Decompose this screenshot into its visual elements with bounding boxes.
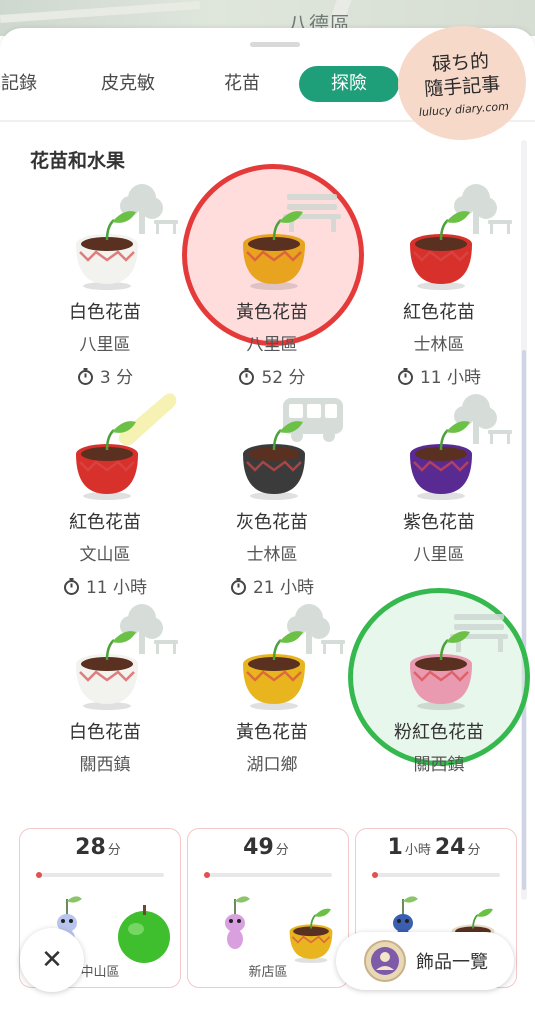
expedition-time: 28 分 (20, 835, 180, 860)
seedling-timer-value: 52 分 (261, 368, 306, 388)
seedling-item[interactable]: 白色花苗 關西鎮 (20, 600, 190, 800)
seedling-timer: 21 小時 (187, 573, 357, 598)
seedling-name: 白色花苗 (69, 722, 141, 743)
seedling-pot-icon (76, 211, 138, 290)
seedling-pot-icon (243, 631, 305, 710)
expedition-time-unit: 分 (107, 843, 121, 858)
seedling-name: 黃色花苗 (236, 302, 308, 323)
seedling-area: 文山區 (79, 545, 131, 565)
seedling-pot-icon (76, 421, 138, 500)
accessories-list-button[interactable]: 飾品一覽 (336, 932, 514, 990)
expedition-time-unit: 分 (275, 843, 289, 858)
timer-icon (77, 368, 93, 385)
seedling-area: 八里區 (246, 335, 298, 355)
tab-records[interactable]: 記錄 (0, 64, 44, 104)
seedling-name: 白色花苗 (69, 302, 141, 323)
seedling-pot-icon (410, 631, 472, 710)
seedling-item[interactable]: 紅色花苗文山區 11 小時 (20, 390, 190, 598)
expedition-time-value: 1 (387, 835, 403, 860)
seedling-timer: 52 分 (187, 363, 357, 388)
pikmin (210, 895, 260, 959)
seedling-name: 紫色花苗 (403, 512, 475, 533)
accessories-list-label: 飾品一覽 (416, 952, 488, 973)
seedling-area: 士林區 (246, 545, 298, 565)
seedling-name: 紅色花苗 (69, 512, 141, 533)
expedition-time-value: 49 (243, 835, 274, 860)
seedling-pot-icon (410, 421, 472, 500)
seedling-name: 灰色花苗 (236, 512, 308, 533)
seedling-item[interactable]: 黃色花苗八里區 52 分 (187, 180, 357, 388)
seedling-timer-value: 3 分 (99, 368, 134, 388)
seedling-item[interactable]: 粉紅色花苗 關西鎮 (354, 600, 524, 800)
seedling-timer-value: 21 小時 (252, 578, 315, 598)
seedling-timer: 11 小時 (354, 363, 524, 388)
seedling-name: 粉紅色花苗 (394, 722, 484, 743)
seedling-item[interactable]: 灰色花苗士林區 21 小時 (187, 390, 357, 598)
expedition-progress-track (372, 873, 500, 877)
accessory-badge-icon (364, 940, 406, 982)
expedition-progress-track (36, 873, 164, 877)
seedling-pot-icon (243, 211, 305, 290)
seedling-item[interactable]: 白色花苗八里區 3 分 (20, 180, 190, 388)
seedling-timer: 11 小時 (20, 573, 190, 598)
apple-icon (118, 905, 170, 963)
expedition-time-value: 28 (75, 835, 106, 860)
seedling-pot-icon (243, 421, 305, 500)
timer-icon (239, 368, 255, 385)
seedling-timer-value: 11 小時 (85, 578, 148, 598)
expedition-time-value: 24 (434, 835, 466, 860)
section-title: 花苗和水果 (30, 150, 126, 172)
expedition-time: 1 小時 24 分 (356, 835, 516, 860)
expedition-location: 新店區 (248, 965, 288, 980)
seedling-timer: 3 分 (20, 363, 190, 388)
seedling-area: 八里區 (413, 545, 465, 565)
tab-seedlings[interactable]: 花苗 (220, 64, 264, 104)
close-icon: ✕ (41, 945, 63, 975)
seedling-area: 湖口鄉 (246, 755, 298, 775)
expedition-time: 49 分 (188, 835, 348, 860)
tab-pikmin[interactable]: 皮克敏 (96, 64, 160, 104)
seedling-pot-icon (410, 211, 472, 290)
map-road (0, 1, 201, 23)
tab-expedition[interactable]: 探險 (299, 66, 399, 102)
watermark-text: 隨手記事 (423, 72, 501, 101)
seedling-area: 關西鎮 (413, 755, 465, 775)
watermark-url: lulucy diary.com (418, 99, 510, 119)
pikmin-icon (225, 896, 250, 949)
seedling-item[interactable]: 紫色花苗 八里區 (354, 390, 524, 590)
sheet-drag-handle[interactable] (250, 42, 300, 47)
seedling-item[interactable]: 紅色花苗士林區 11 小時 (354, 180, 524, 388)
expedition-time-unit: 小時 (404, 843, 431, 858)
timer-icon (397, 368, 413, 385)
timer-icon (230, 578, 246, 595)
expedition-progress-fill (36, 872, 42, 878)
close-button[interactable]: ✕ (20, 928, 84, 992)
seedling-area: 八里區 (79, 335, 131, 355)
seedling-area: 士林區 (413, 335, 465, 355)
seedling-name: 紅色花苗 (403, 302, 475, 323)
expedition-progress-fill (204, 872, 210, 878)
timer-icon (63, 578, 79, 595)
seedling-pot-icon (289, 908, 333, 963)
seedling-timer-value: 11 小時 (419, 368, 482, 388)
expedition-card[interactable]: 49 分 新店區 (187, 828, 349, 988)
expedition-progress-track (204, 873, 332, 877)
expedition-time-unit: 分 (467, 843, 481, 858)
expedition-progress-fill (372, 872, 378, 878)
seedling-pot-icon (76, 631, 138, 710)
seedling-item[interactable]: 黃色花苗 湖口鄉 (187, 600, 357, 800)
seedling-area: 關西鎮 (79, 755, 131, 775)
seedling-name: 黃色花苗 (236, 722, 308, 743)
